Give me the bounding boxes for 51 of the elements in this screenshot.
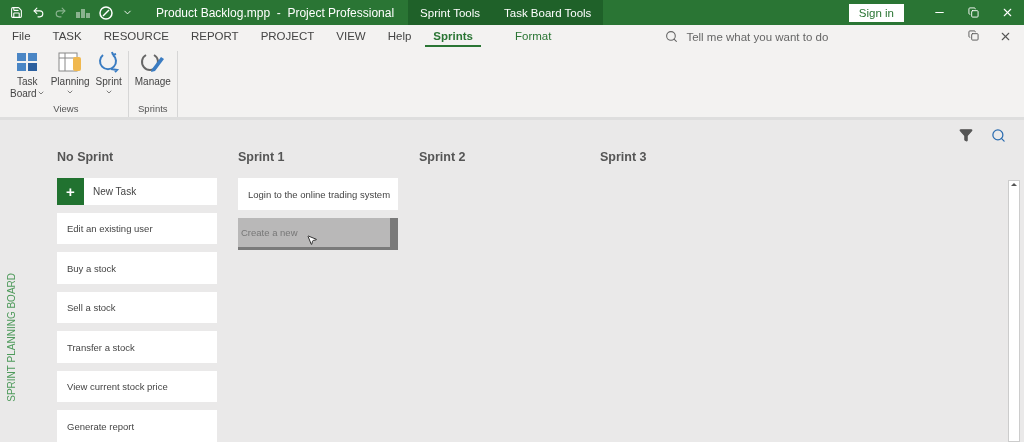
menu-tab[interactable]: File	[4, 26, 39, 47]
undo-icon[interactable]	[32, 6, 45, 19]
close-icon[interactable]	[999, 30, 1012, 43]
search-icon	[665, 30, 679, 43]
scroll-up-icon[interactable]	[1011, 181, 1017, 187]
menu-tab[interactable]: PROJECT	[252, 26, 323, 47]
task-card[interactable]: Generate report	[57, 410, 217, 442]
column-title: No Sprint	[57, 150, 115, 166]
context-tab[interactable]: Sprint Tools	[408, 0, 492, 25]
ribbon-button[interactable]: Planning	[48, 51, 92, 103]
circle-icon[interactable]	[99, 5, 113, 20]
menu-tab[interactable]: TASK	[44, 26, 90, 47]
column-title: Sprint 3	[600, 150, 648, 166]
column-title: Sprint 1	[238, 150, 286, 166]
filter-icon[interactable]	[959, 128, 973, 143]
window-title: Product Backlog.mpp - Project Professional	[156, 5, 395, 20]
task-card[interactable]: Login to the online trading system	[238, 178, 398, 210]
board-label: SPRINT PLANNING BOARD	[5, 273, 17, 402]
board-icon	[16, 51, 39, 73]
task-card[interactable]: View current stock price	[57, 370, 217, 403]
menu-tab[interactable]: Help	[379, 26, 420, 47]
restore-icon[interactable]	[968, 30, 979, 43]
add-button[interactable]: +	[57, 177, 84, 205]
task-card[interactable]: Sell a stock	[57, 291, 217, 324]
menu-tab[interactable]: VIEW	[328, 26, 374, 47]
cycle-pencil-icon	[139, 51, 166, 73]
save-icon[interactable]	[10, 6, 23, 19]
search-icon[interactable]	[991, 128, 1006, 143]
cursor-icon	[306, 234, 318, 246]
chart-icon[interactable]	[76, 7, 90, 18]
ribbon-button[interactable]: Manage	[132, 51, 173, 103]
column-title: Sprint 2	[419, 150, 467, 166]
ribbon-button[interactable]: Task Board	[8, 51, 47, 103]
table-icon	[58, 51, 83, 73]
task-card[interactable]: Transfer a stock	[57, 331, 217, 363]
menu-tab[interactable]: Format	[506, 26, 560, 47]
cycle-icon	[96, 51, 121, 73]
menu-tab[interactable]: Sprints	[425, 26, 481, 47]
ribbon-button[interactable]: Sprint	[93, 51, 124, 103]
new-task-label[interactable]: New Task	[93, 185, 137, 197]
sign-in-button[interactable]: Sign in	[848, 3, 904, 22]
tell-me-field[interactable]: Tell me what you want to do	[684, 29, 885, 44]
context-tab[interactable]: Task Board Tools	[492, 0, 604, 25]
menu-tab[interactable]: REPORT	[182, 26, 247, 47]
task-card[interactable]: Edit an existing user	[57, 212, 217, 245]
redo-icon[interactable]	[54, 6, 67, 19]
scrollbar[interactable]	[1008, 180, 1020, 442]
group-label: Sprints	[138, 103, 168, 116]
group-label: Views	[53, 103, 79, 116]
task-card[interactable]: Buy a stock	[57, 252, 217, 284]
menu-tab[interactable]: RESOURCE	[95, 26, 177, 47]
